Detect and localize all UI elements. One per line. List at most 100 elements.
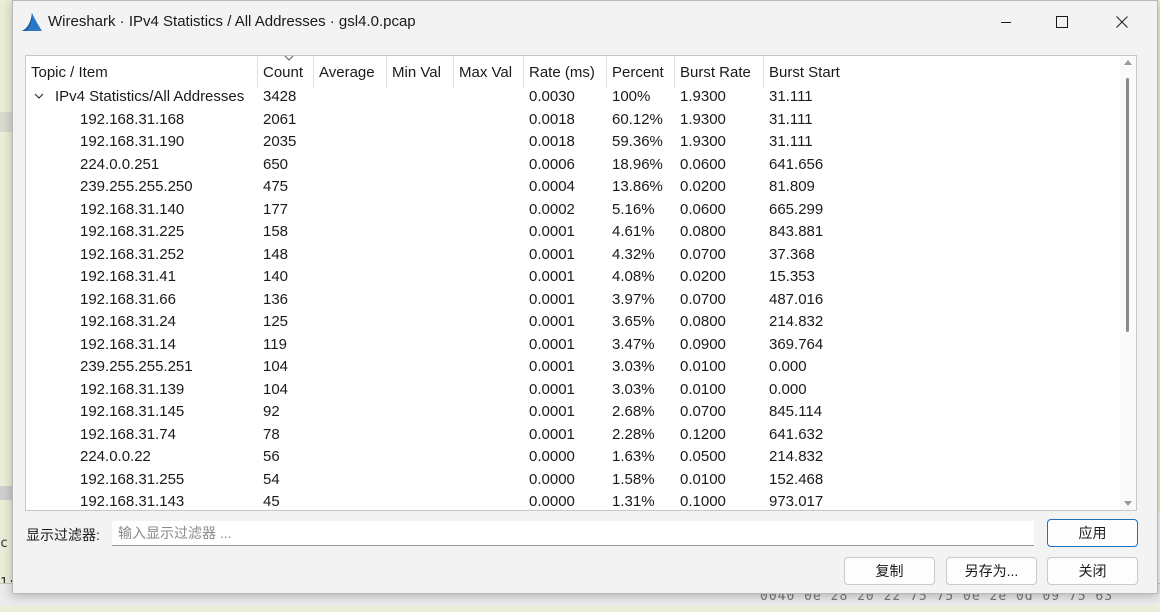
table-row[interactable]: 192.168.31.14 119 0.0001 3.47% 0.0900 369.764 bbox=[26, 334, 1120, 357]
cell-count: 119 bbox=[263, 335, 287, 353]
window-title: Wireshark · IPv4 Statistics / All Addres… bbox=[48, 13, 416, 30]
table-row[interactable]: 192.168.31.41 140 0.0001 4.08% 0.0200 15.353 bbox=[26, 266, 1120, 289]
cell-burst-start: 214.832 bbox=[769, 313, 824, 330]
cell-burst-rate: 0.0200 bbox=[680, 178, 726, 195]
cell-rate: 0.0001 bbox=[529, 245, 575, 263]
cell-burst-rate: 0.0700 bbox=[680, 290, 726, 308]
cell-rate: 0.0000 bbox=[529, 493, 575, 510]
column-header-average[interactable]: Average bbox=[314, 56, 387, 88]
table-row-parent[interactable]: IPv4 Statistics/All Addresses 3428 0.0030 1… bbox=[26, 86, 1120, 109]
cell-burst-rate: 0.0600 bbox=[680, 155, 726, 173]
cell-percent: 1.58% bbox=[612, 470, 655, 488]
cell-burst-rate: 0.0500 bbox=[680, 448, 726, 465]
copy-button[interactable]: 复制 bbox=[844, 557, 935, 585]
table-row[interactable]: 192.168.31.24 125 0.0001 3.65% 0.0800 214.832 bbox=[26, 311, 1120, 334]
cell-count: 158 bbox=[263, 223, 289, 240]
cell-count: 148 bbox=[263, 245, 289, 263]
cell-topic-item: 224.0.0.22 bbox=[80, 448, 151, 465]
scroll-down-icon[interactable] bbox=[1124, 501, 1132, 506]
cell-rate: 0.0001 bbox=[529, 223, 575, 240]
cell-percent: 60.12% bbox=[612, 110, 663, 128]
vertical-scrollbar[interactable] bbox=[1120, 56, 1136, 510]
table-row[interactable]: 224.0.0.22 56 0.0000 1.63% 0.0500 214.832 bbox=[26, 446, 1120, 469]
cell-burst-rate: 0.0600 bbox=[680, 200, 726, 218]
column-header-rate[interactable]: Rate (ms) bbox=[524, 56, 607, 88]
cell-burst-rate: 1.9300 bbox=[680, 110, 726, 128]
table-header: Topic / Item Count Average Min Val Max V… bbox=[26, 56, 1120, 88]
cell-rate: 0.0001 bbox=[529, 268, 575, 285]
close-button[interactable]: 关闭 bbox=[1047, 557, 1138, 585]
column-header-topic[interactable]: Topic / Item bbox=[26, 56, 258, 88]
cell-burst-start: 665.299 bbox=[769, 200, 824, 218]
cell-count: 56 bbox=[263, 448, 280, 465]
cell-rate: 0.0000 bbox=[529, 470, 575, 488]
cell-percent: 1.63% bbox=[612, 448, 655, 465]
table-row[interactable]: 239.255.255.251 104 0.0001 3.03% 0.0100 0.000 bbox=[26, 356, 1120, 379]
table-row[interactable]: 192.168.31.140 177 0.0002 5.16% 0.0600 665.29… bbox=[26, 199, 1120, 222]
cell-topic-item: 239.255.255.251 bbox=[80, 358, 193, 375]
column-header-percent[interactable]: Percent bbox=[607, 56, 675, 88]
cell-topic-item: 192.168.31.252 bbox=[80, 245, 185, 263]
cell-percent: 3.47% bbox=[612, 335, 655, 353]
apply-button[interactable]: 应用 bbox=[1047, 519, 1138, 547]
table-row[interactable]: 192.168.31.74 78 0.0001 2.28% 0.1200 641.632 bbox=[26, 424, 1120, 447]
maximize-icon bbox=[1056, 16, 1068, 28]
chevron-down-icon[interactable] bbox=[33, 90, 45, 102]
cell-burst-rate: 0.1200 bbox=[680, 425, 726, 443]
cell-burst-start: 15.353 bbox=[769, 268, 815, 285]
cell-percent: 4.08% bbox=[612, 268, 655, 285]
statistics-table[interactable]: Topic / Item Count Average Min Val Max V… bbox=[25, 55, 1137, 511]
table-row[interactable]: 192.168.31.252 148 0.0001 4.32% 0.0700 37.368 bbox=[26, 244, 1120, 267]
close-window-button[interactable] bbox=[1093, 1, 1151, 43]
scroll-thumb[interactable] bbox=[1126, 78, 1129, 332]
table-row[interactable]: 192.168.31.255 54 0.0000 1.58% 0.0100 152.468 bbox=[26, 469, 1120, 492]
cell-topic-item: 192.168.31.140 bbox=[80, 200, 185, 218]
cell-rate: 0.0018 bbox=[529, 110, 575, 128]
table-row[interactable]: 224.0.0.251 650 0.0006 18.96% 0.0600 641.656 bbox=[26, 154, 1120, 177]
cell-count: 3428 bbox=[263, 88, 297, 105]
table-row[interactable]: 192.168.31.225 158 0.0001 4.61% 0.0800 843.88… bbox=[26, 221, 1120, 244]
cell-percent: 4.61% bbox=[612, 223, 655, 240]
column-header-min-val[interactable]: Min Val bbox=[387, 56, 454, 88]
column-header-max-val[interactable]: Max Val bbox=[454, 56, 524, 88]
cell-percent: 3.03% bbox=[612, 358, 655, 375]
table-row[interactable]: 239.255.255.250 475 0.0004 13.86% 0.0200 81.8… bbox=[26, 176, 1120, 199]
cell-burst-rate: 0.0800 bbox=[680, 313, 726, 330]
cell-count: 2035 bbox=[263, 133, 297, 150]
table-row[interactable]: 192.168.31.145 92 0.0001 2.68% 0.0700 845.114 bbox=[26, 401, 1120, 424]
wireshark-fin-icon bbox=[22, 13, 42, 31]
cell-topic-item: 192.168.31.168 bbox=[80, 110, 185, 128]
cell-burst-start: 81.809 bbox=[769, 178, 815, 195]
cell-burst-start: 0.000 bbox=[769, 380, 807, 398]
cell-rate: 0.0001 bbox=[529, 358, 575, 375]
cell-percent: 3.03% bbox=[612, 380, 655, 398]
table-row[interactable]: 192.168.31.143 45 0.0000 1.31% 0.1000 973.017 bbox=[26, 491, 1120, 510]
cell-rate: 0.0030 bbox=[529, 88, 575, 105]
cell-burst-rate: 0.0100 bbox=[680, 358, 726, 375]
cell-count: 78 bbox=[263, 425, 280, 443]
maximize-button[interactable] bbox=[1033, 1, 1091, 43]
display-filter-input[interactable] bbox=[112, 521, 1034, 546]
cell-burst-start: 152.468 bbox=[769, 470, 824, 488]
table-row[interactable]: 192.168.31.168 2061 0.0018 60.12% 1.9300 31.1… bbox=[26, 109, 1120, 132]
table-row[interactable]: 192.168.31.139 104 0.0001 3.03% 0.0100 0.000 bbox=[26, 379, 1120, 402]
cell-burst-start: 214.832 bbox=[769, 448, 824, 465]
cell-burst-rate: 0.1000 bbox=[680, 493, 726, 510]
cell-topic-item: 192.168.31.14 bbox=[80, 335, 176, 353]
cell-percent: 3.97% bbox=[612, 290, 655, 308]
cell-topic-item: 224.0.0.251 bbox=[80, 155, 160, 173]
cell-rate: 0.0001 bbox=[529, 425, 575, 443]
save-as-button[interactable]: 另存为... bbox=[946, 557, 1037, 585]
minimize-button[interactable] bbox=[977, 1, 1035, 43]
table-row[interactable]: 192.168.31.190 2035 0.0018 59.36% 1.9300 31.1… bbox=[26, 131, 1120, 154]
column-header-burst-start[interactable]: Burst Start bbox=[764, 56, 1122, 88]
cell-rate: 0.0018 bbox=[529, 133, 575, 150]
cell-topic-item: 192.168.31.145 bbox=[80, 403, 185, 420]
minimize-icon bbox=[1001, 22, 1011, 23]
display-filter-label: 显示过滤器: bbox=[26, 527, 100, 543]
column-header-burst-rate[interactable]: Burst Rate bbox=[675, 56, 764, 88]
table-row[interactable]: 192.168.31.66 136 0.0001 3.97% 0.0700 487.016 bbox=[26, 289, 1120, 312]
cell-percent: 2.28% bbox=[612, 425, 655, 443]
cell-burst-rate: 0.0200 bbox=[680, 268, 726, 285]
scroll-up-icon[interactable] bbox=[1124, 60, 1132, 65]
